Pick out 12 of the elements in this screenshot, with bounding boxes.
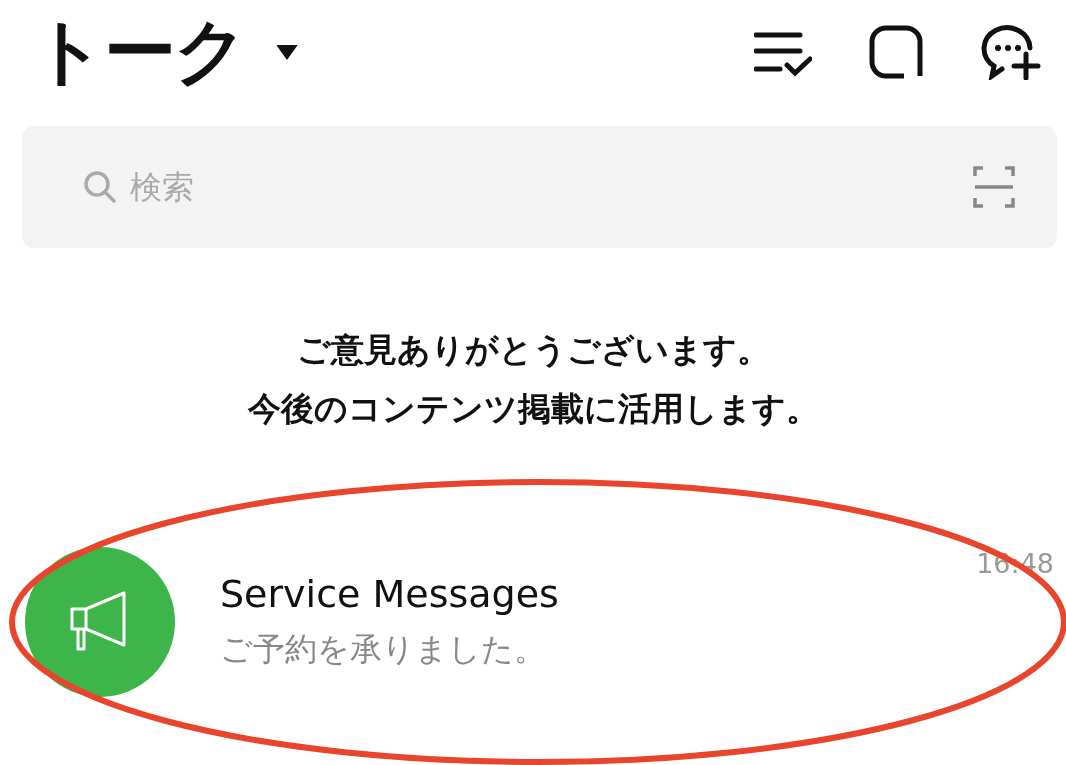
message-preview: ご予約を承りました。 (220, 629, 547, 670)
search-bar[interactable]: 検索 (22, 126, 1057, 248)
note-icon[interactable] (868, 24, 924, 80)
new-chat-icon[interactable] (980, 24, 1042, 80)
caret-icon[interactable] (276, 44, 298, 60)
page-title: トーク (32, 8, 246, 95)
notice-text: ご意見ありがとうございます。 (296, 329, 770, 371)
notice-text: 今後のコンテンツ掲載に活用します。 (247, 388, 819, 430)
scan-icon[interactable] (973, 166, 1015, 208)
chat-name: Service Messages (220, 572, 559, 616)
search-icon (82, 169, 118, 205)
search-input[interactable]: 検索 (128, 167, 963, 207)
